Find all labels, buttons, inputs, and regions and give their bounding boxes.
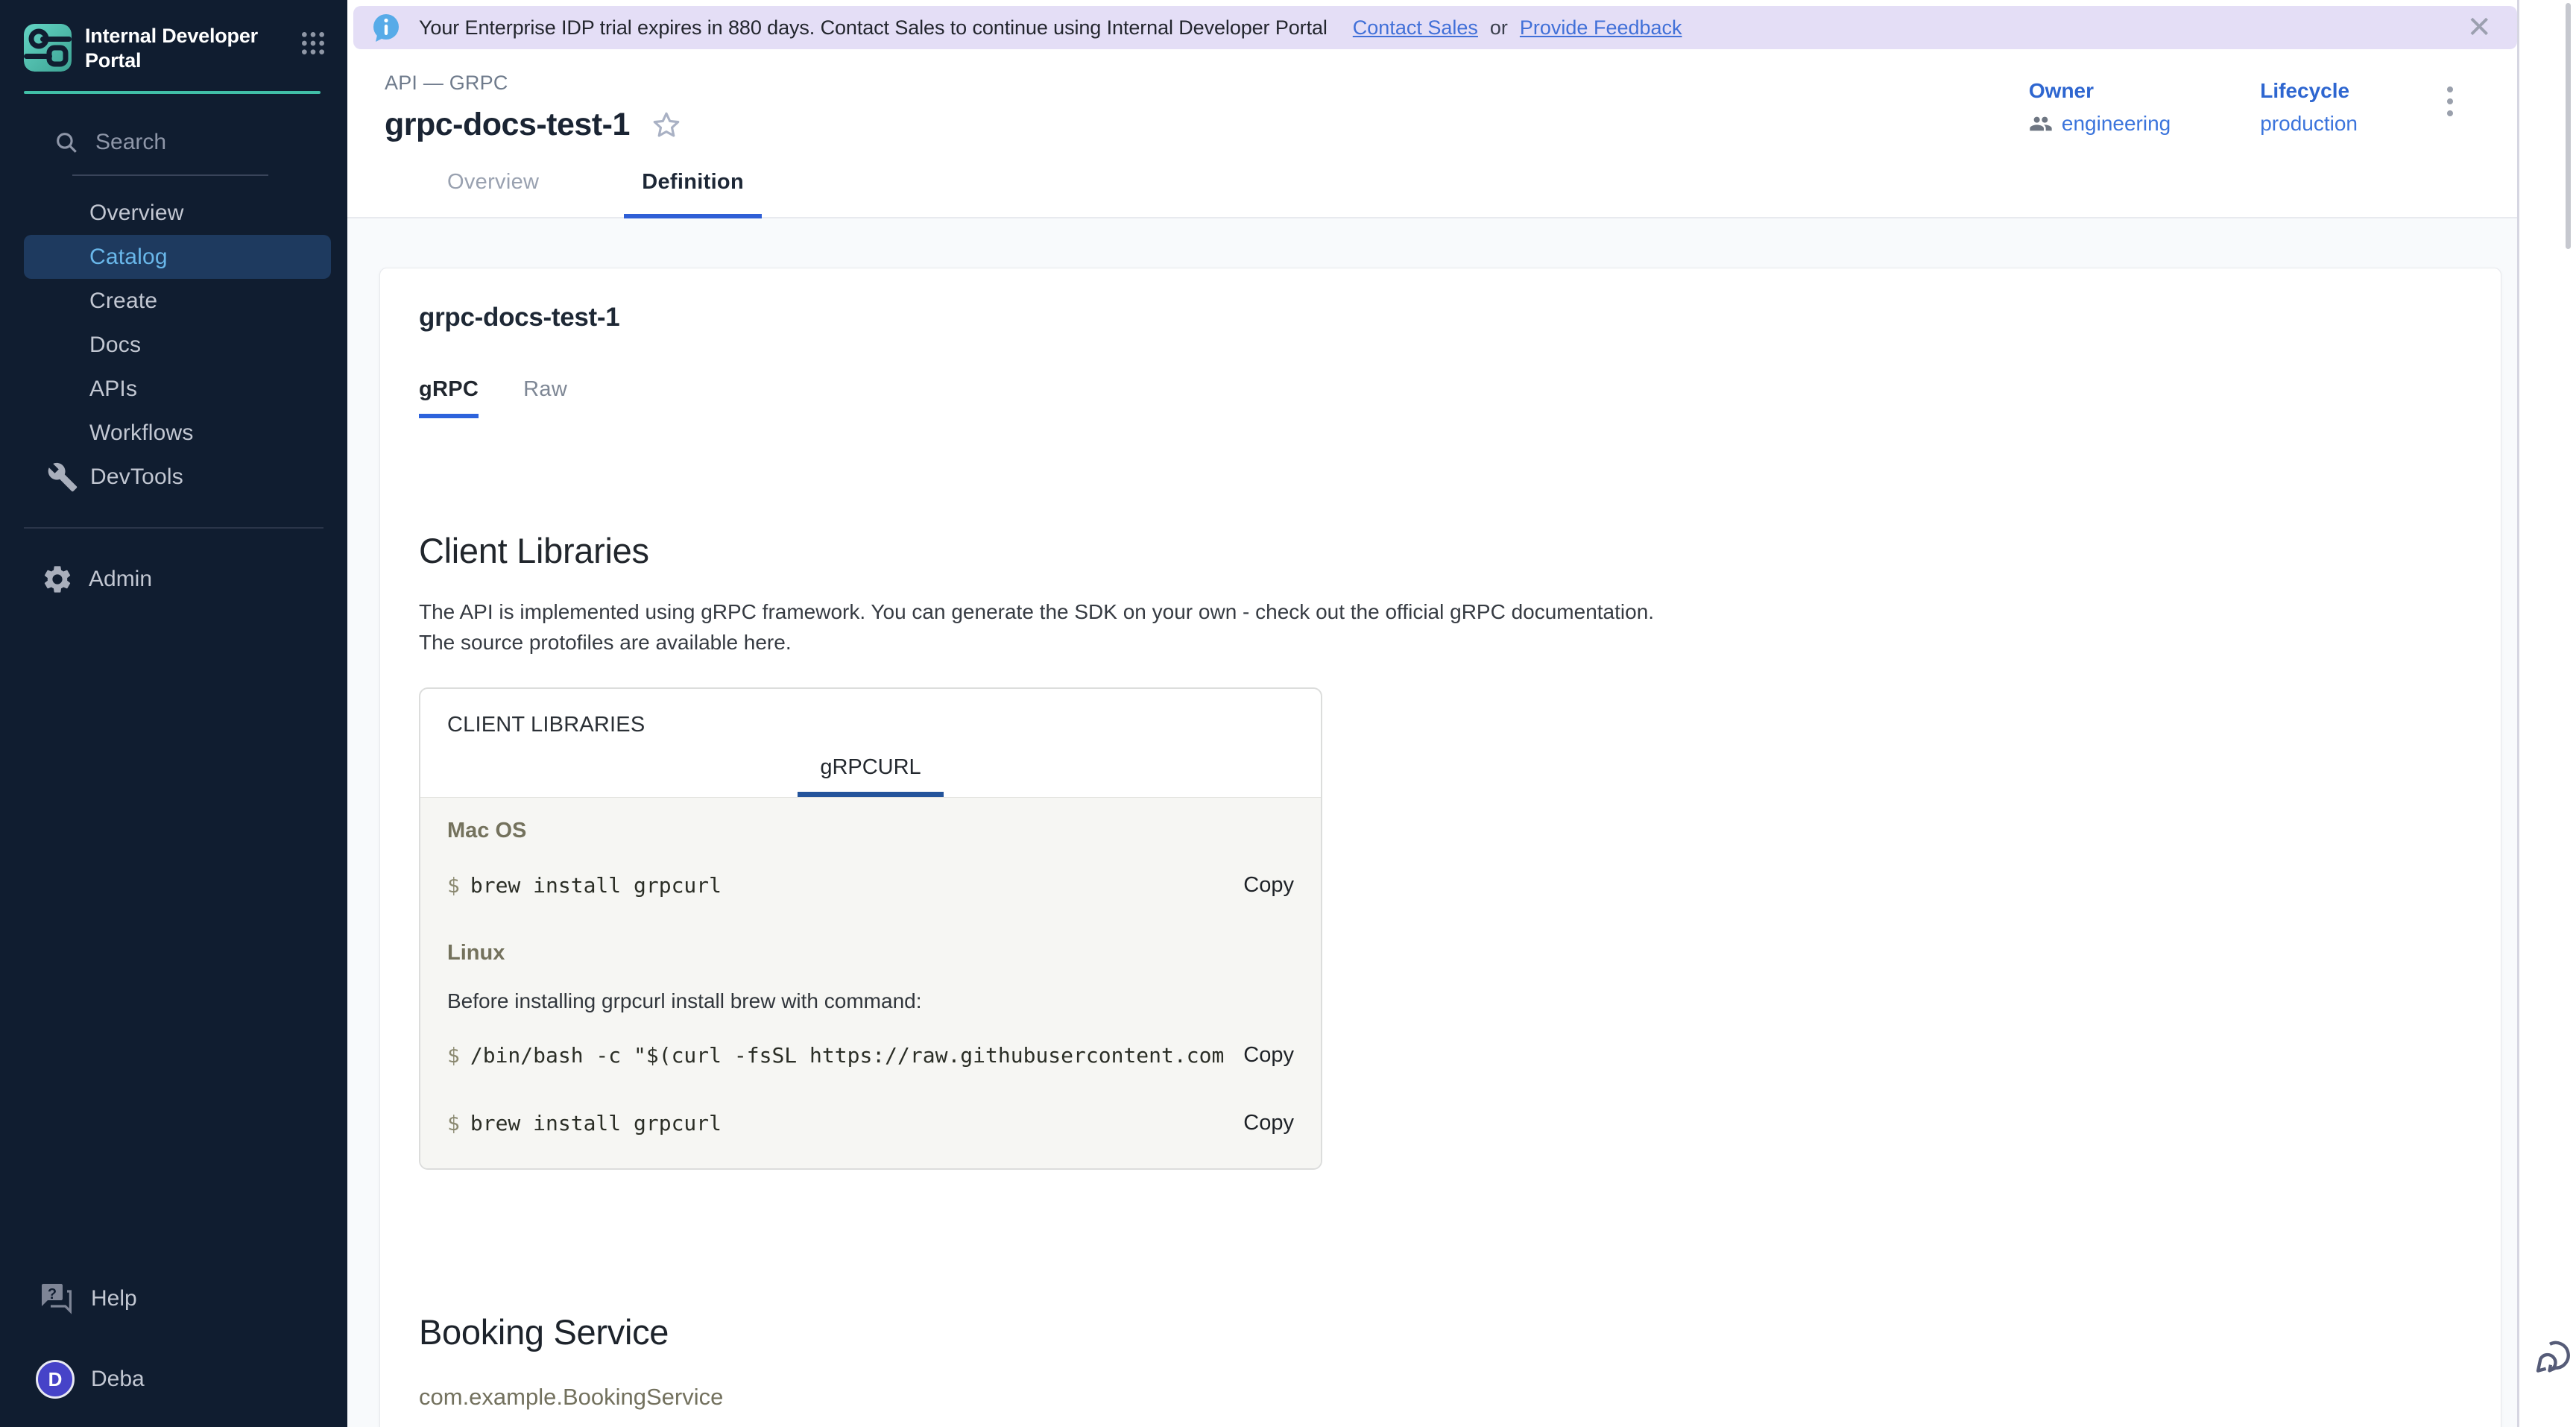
app-logo-icon <box>24 24 72 72</box>
linux-intro: Before installing grpcurl install brew w… <box>447 989 1294 1013</box>
sidebar-divider <box>24 527 323 529</box>
search-icon <box>54 130 79 155</box>
sidebar-item-docs[interactable]: Docs <box>0 323 347 367</box>
description-line-1: The API is implemented using gRPC framew… <box>419 596 2462 627</box>
avatar: D <box>36 1360 75 1399</box>
command-row-linux-brew: $/bin/bash -c "$(curl -fsSL https://raw.… <box>447 1043 1294 1068</box>
user-menu[interactable]: D Deba <box>0 1360 347 1399</box>
sidebar-item-create[interactable]: Create <box>0 279 347 323</box>
client-libraries-box-title: CLIENT LIBRARIES <box>420 689 1321 737</box>
sidebar-item-label: DevTools <box>90 464 183 490</box>
sidebar-item-label: Admin <box>89 567 152 592</box>
shell-prompt: $ <box>447 873 460 898</box>
tab-grpcurl[interactable]: gRPCURL <box>798 755 943 797</box>
gear-icon <box>41 563 74 596</box>
lifecycle-label: Lifecycle <box>2260 79 2358 103</box>
sidebar-logo-row: Internal Developer Portal <box>0 0 347 73</box>
shell-prompt: $ <box>447 1043 460 1068</box>
definition-format-tabs: gRPC Raw <box>419 377 2462 418</box>
description-line-2: The source protofiles are available here… <box>419 627 2462 658</box>
info-icon <box>371 13 401 42</box>
copy-button[interactable]: Copy <box>1243 1111 1294 1135</box>
sidebar-nav: Overview Catalog Create Docs APIs Workfl… <box>0 191 347 499</box>
copy-button[interactable]: Copy <box>1243 1043 1294 1068</box>
entity-header: API — GRPC grpc-docs-test-1 Owner engine… <box>347 49 2517 143</box>
search-input[interactable]: Search <box>54 130 347 155</box>
apps-grid-icon[interactable] <box>298 28 328 58</box>
sidebar-item-catalog[interactable]: Catalog <box>24 235 331 279</box>
sidebar-item-devtools[interactable]: DevTools <box>0 455 347 499</box>
owner-link[interactable]: engineering <box>2062 112 2171 136</box>
owner-block: Owner engineering <box>2029 79 2171 136</box>
group-icon <box>2029 112 2053 136</box>
sidebar-item-overview[interactable]: Overview <box>0 191 347 235</box>
trial-banner: Your Enterprise IDP trial expires in 880… <box>353 6 2517 49</box>
wrench-icon <box>47 462 78 493</box>
page-title: grpc-docs-test-1 <box>385 107 630 143</box>
banner-or-text: or <box>1490 16 1508 40</box>
sidebar-accent-divider <box>24 91 321 94</box>
banner-message: Your Enterprise IDP trial expires in 880… <box>419 16 1328 40</box>
lifecycle-block: Lifecycle production <box>2260 79 2358 136</box>
sidebar-item-admin[interactable]: Admin <box>0 557 347 601</box>
entity-tabs: Overview Definition <box>347 170 2517 218</box>
tab-raw[interactable]: Raw <box>523 377 567 418</box>
contact-sales-link[interactable]: Contact Sales <box>1353 16 1478 40</box>
sidebar-item-apis[interactable]: APIs <box>0 367 347 411</box>
search-underline <box>72 174 268 176</box>
command-text: $/bin/bash -c "$(curl -fsSL https://raw.… <box>447 1043 1225 1068</box>
service-package-name: com.example.BookingService <box>419 1384 2462 1411</box>
card-title: grpc-docs-test-1 <box>419 303 2462 333</box>
sidebar-item-help[interactable]: ? Help <box>0 1281 347 1317</box>
command-text: $brew install grpcurl <box>447 1111 1225 1135</box>
tab-definition[interactable]: Definition <box>624 170 762 218</box>
owner-value[interactable]: engineering <box>2029 112 2171 136</box>
owner-label: Owner <box>2029 79 2171 103</box>
content-area: grpc-docs-test-1 gRPC Raw Client Librari… <box>347 218 2517 1427</box>
sidebar-item-label: Help <box>91 1286 137 1311</box>
linux-label: Linux <box>447 941 1294 965</box>
booking-service-heading: Booking Service <box>419 1311 2462 1352</box>
banner-close-icon[interactable]: ✕ <box>2466 13 2492 42</box>
help-chat-icon: ? <box>39 1281 75 1317</box>
scrollbar-thumb[interactable] <box>2566 3 2571 249</box>
app-title: Internal Developer Portal <box>85 24 298 73</box>
search-placeholder: Search <box>95 130 166 155</box>
tab-grpc[interactable]: gRPC <box>419 377 479 418</box>
svg-text:?: ? <box>48 1286 57 1302</box>
client-libraries-description: The API is implemented using gRPC framew… <box>419 596 2462 658</box>
support-chat-icon[interactable] <box>2533 1336 2576 1379</box>
lifecycle-value: production <box>2260 112 2358 136</box>
client-libraries-box: CLIENT LIBRARIES gRPCURL Mac OS $brew in… <box>419 687 1322 1170</box>
command-text: $brew install grpcurl <box>447 873 1225 898</box>
breadcrumb[interactable]: API — GRPC <box>385 72 682 95</box>
install-instructions-panel: Mac OS $brew install grpcurl Copy Linux … <box>420 797 1321 1168</box>
favorite-star-icon[interactable] <box>651 110 682 141</box>
main-area: Your Enterprise IDP trial expires in 880… <box>347 0 2517 1427</box>
copy-button[interactable]: Copy <box>1243 873 1294 898</box>
provide-feedback-link[interactable]: Provide Feedback <box>1520 16 1682 40</box>
scrollbar-gutter <box>2517 0 2576 1427</box>
definition-card: grpc-docs-test-1 gRPC Raw Client Librari… <box>379 268 2501 1427</box>
macos-label: Mac OS <box>447 819 1294 843</box>
sidebar: Internal Developer Portal Search Overvie… <box>0 0 347 1427</box>
user-name: Deba <box>91 1367 145 1392</box>
command-row-mac: $brew install grpcurl Copy <box>447 873 1294 898</box>
client-libraries-heading: Client Libraries <box>419 530 2462 571</box>
tab-overview[interactable]: Overview <box>429 170 557 218</box>
more-options-icon[interactable] <box>2447 86 2453 116</box>
sidebar-item-workflows[interactable]: Workflows <box>0 411 347 455</box>
shell-prompt: $ <box>447 1111 460 1135</box>
command-row-linux-grpcurl: $brew install grpcurl Copy <box>447 1111 1294 1135</box>
